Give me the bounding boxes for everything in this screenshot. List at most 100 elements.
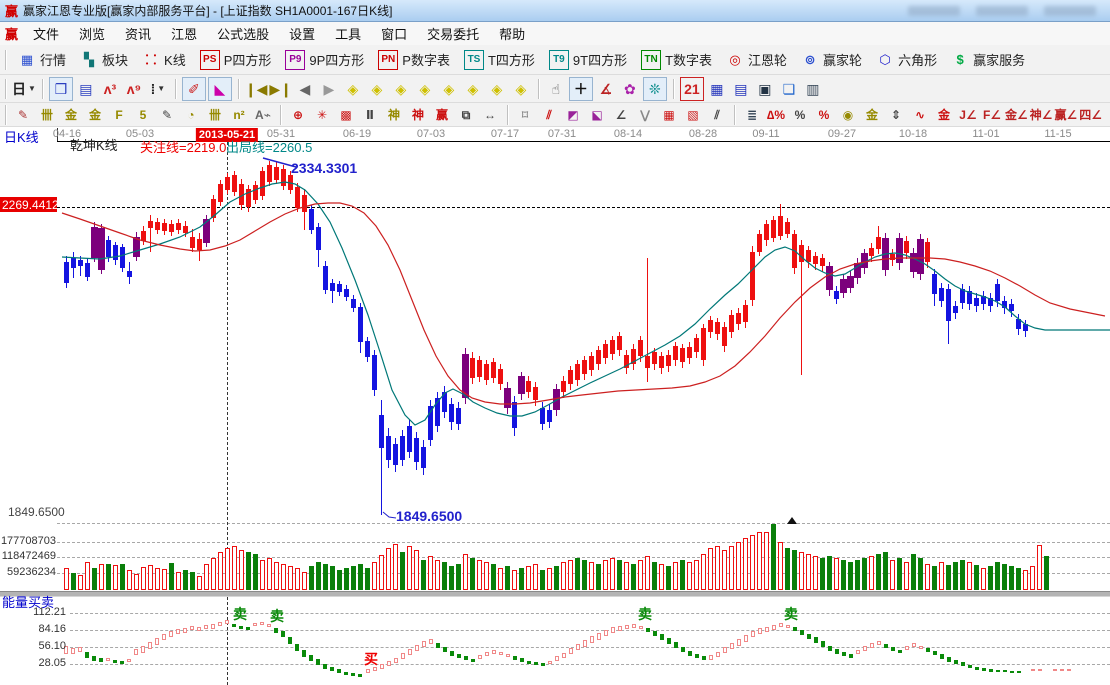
gold-circle-icon[interactable]: ◉ (837, 105, 859, 124)
menu-item-公式选股[interactable]: 公式选股 (207, 27, 279, 42)
box-diag-icon[interactable]: ⬕ (586, 105, 608, 124)
t-number-table-button[interactable]: TNT数字表 (638, 48, 715, 72)
next-icon[interactable]: ▶ (318, 78, 340, 100)
diamond-7-icon[interactable]: ◈ (486, 78, 508, 100)
print-icon[interactable]: ▥ (802, 78, 824, 100)
window-layout-icon[interactable]: ❒ (49, 77, 73, 101)
period-day-selector[interactable]: 日▼ (12, 78, 36, 100)
shen-grid-icon[interactable]: 神 (383, 105, 405, 124)
volume-profile-icon[interactable]: ◣ (208, 77, 232, 101)
menu-item-帮助[interactable]: 帮助 (489, 27, 535, 42)
shen-angle-icon[interactable]: 神∠ (1030, 105, 1053, 124)
box-tool-icon[interactable]: ⌑ (514, 105, 536, 124)
f-grid-icon[interactable]: F (108, 105, 130, 124)
save-icon[interactable]: ▣ (754, 78, 776, 100)
circle-grid-icon[interactable]: ◔ (180, 105, 202, 124)
diamond-3-icon[interactable]: ◈ (390, 78, 412, 100)
crosshair-icon[interactable]: ＋ (569, 77, 593, 101)
j-angle-icon[interactable]: J∠ (957, 105, 979, 124)
diamond-1-icon[interactable]: ◈ (342, 78, 364, 100)
menu-item-交易委托[interactable]: 交易委托 (417, 27, 489, 42)
five-grid-icon[interactable]: 5 (132, 105, 154, 124)
panel-separator[interactable] (0, 591, 1110, 597)
target-icon[interactable]: ⊕ (287, 105, 309, 124)
grid-box-icon[interactable]: ▦ (658, 105, 680, 124)
fan-icon[interactable]: ⫽ (538, 105, 560, 124)
menu-item-江恩[interactable]: 江恩 (161, 27, 207, 42)
p-square-button[interactable]: PSP四方形 (197, 48, 275, 72)
gann-tool-icon[interactable]: ✐ (182, 77, 206, 101)
market-quotes-button[interactable]: ▦行情 (15, 48, 69, 72)
prev-icon[interactable]: ◀ (294, 78, 316, 100)
pattern-icon[interactable]: ❊ (643, 77, 667, 101)
gold-angle-icon[interactable]: 金∠ (1005, 105, 1028, 124)
hand-icon[interactable]: ☝ (545, 78, 567, 100)
winner-wheel-button[interactable]: ⊚赢家轮 (798, 48, 865, 72)
gold-lines-icon[interactable]: 金 (861, 105, 883, 124)
star-grid-icon[interactable]: ✳ (311, 105, 333, 124)
t-square-button[interactable]: TST四方形 (461, 48, 538, 72)
grid-box2-icon[interactable]: ▧ (682, 105, 704, 124)
calculator-icon[interactable]: ▦ (706, 78, 728, 100)
web-grid-icon[interactable]: ▩ (335, 105, 357, 124)
shen-red-icon[interactable]: 神 (407, 105, 429, 124)
sector-blocks-button[interactable]: ▚板块 (77, 48, 131, 72)
ying-red-icon[interactable]: 赢 (431, 105, 453, 124)
n2-grid-icon[interactable]: n² (228, 105, 250, 124)
export-image-icon[interactable]: ❏ (778, 78, 800, 100)
ruler-icon[interactable]: ⧉ (455, 105, 477, 124)
gold-under-icon[interactable]: 金 (933, 105, 955, 124)
draw-pen-icon[interactable]: ✎ (12, 105, 34, 124)
chart-area[interactable]: 04-1605-032013-05-2105-3106-1907-0307-17… (0, 127, 1110, 685)
gann-flower-icon[interactable]: ✿ (619, 78, 641, 100)
diamond-5-icon[interactable]: ◈ (438, 78, 460, 100)
parallel-icon[interactable]: ⫽ (706, 105, 728, 124)
menu-item-资讯[interactable]: 资讯 (115, 27, 161, 42)
gold-grid-icon[interactable]: 金 (60, 105, 82, 124)
pen2-icon[interactable]: ✎ (156, 105, 178, 124)
menu-item-工具[interactable]: 工具 (325, 27, 371, 42)
candle-style-icon[interactable]: ⁞▼ (147, 78, 169, 100)
notes-icon[interactable]: ▤ (730, 78, 752, 100)
first-page-icon[interactable]: ❙◀ (245, 78, 268, 100)
gann-wheel-button[interactable]: ◎江恩轮 (723, 48, 790, 72)
hash2-icon[interactable]: 卌 (204, 105, 226, 124)
calendar-icon[interactable]: 21 (680, 77, 704, 101)
bars-icon[interactable]: ≣ (741, 105, 763, 124)
si-angle-icon[interactable]: 四∠ (1079, 105, 1102, 124)
pen-v-icon[interactable]: ⇕ (885, 105, 907, 124)
menu-item-设置[interactable]: 设置 (279, 27, 325, 42)
wave-9-icon[interactable]: ʌ⁹ (123, 78, 145, 100)
percent-icon[interactable]: % (789, 105, 811, 124)
f-angle-icon[interactable]: F∠ (981, 105, 1003, 124)
menu-item-文件[interactable]: 文件 (23, 27, 69, 42)
last-page-icon[interactable]: ▶❙ (269, 78, 292, 100)
wave-3-icon[interactable]: ʌ³ (99, 78, 121, 100)
diamond-2-icon[interactable]: ◈ (366, 78, 388, 100)
gold-grid2-icon[interactable]: 金 (84, 105, 106, 124)
grid-hash-icon[interactable]: 卌 (36, 105, 58, 124)
k2-icon[interactable]: Ⅱ (359, 105, 381, 124)
zigzag-icon[interactable]: ⋁ (634, 105, 656, 124)
k-line-button[interactable]: ⸬K线 (139, 48, 189, 72)
fan-box-icon[interactable]: ◩ (562, 105, 584, 124)
menu-item-窗口[interactable]: 窗口 (371, 27, 417, 42)
quote-info-icon[interactable]: ▤ (75, 78, 97, 100)
angle-measure-icon[interactable]: ∡ (595, 78, 617, 100)
width-icon[interactable]: ↔ (479, 105, 501, 124)
a-line-icon[interactable]: A⌁ (252, 105, 274, 124)
ying-angle-icon[interactable]: 赢∠ (1055, 105, 1078, 124)
hexagon-button[interactable]: ⬡六角形 (873, 48, 940, 72)
percent-tri-icon[interactable]: ∆% (765, 105, 787, 124)
angle-lines-icon[interactable]: ∠ (610, 105, 632, 124)
wave-a-icon[interactable]: ∿ (909, 105, 931, 124)
9p-square-button[interactable]: P99P四方形 (282, 48, 367, 72)
diamond-8-icon[interactable]: ◈ (510, 78, 532, 100)
p-number-table-button[interactable]: PNP数字表 (375, 48, 453, 72)
menu-item-浏览[interactable]: 浏览 (69, 27, 115, 42)
diamond-4-icon[interactable]: ◈ (414, 78, 436, 100)
diamond-6-icon[interactable]: ◈ (462, 78, 484, 100)
percent-lines-icon[interactable]: % (813, 105, 835, 124)
winner-service-button[interactable]: $赢家服务 (948, 48, 1028, 72)
9t-square-button[interactable]: T99T四方形 (546, 48, 630, 72)
